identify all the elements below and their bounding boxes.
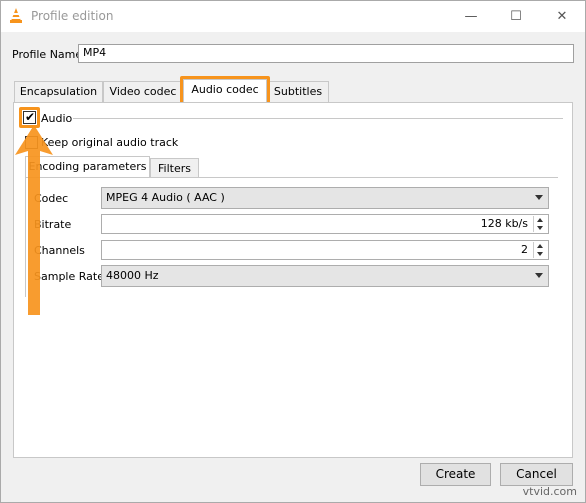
- window-title: Profile edition: [31, 9, 114, 23]
- channels-spinbox[interactable]: 2: [101, 240, 549, 260]
- profile-edition-window: Profile edition — ☐ ✕ Profile Name MP4 E…: [0, 0, 586, 503]
- vlc-cone-icon: [10, 8, 22, 23]
- close-icon: ✕: [556, 9, 568, 24]
- sample-rate-select[interactable]: 48000 Hz: [101, 265, 549, 287]
- title-bar: Profile edition — ☐ ✕: [1, 1, 585, 32]
- profile-name-label: Profile Name: [12, 48, 83, 61]
- sample-rate-value: 48000 Hz: [106, 269, 159, 282]
- tab-subtitles[interactable]: Subtitles: [267, 81, 329, 103]
- minimize-icon: —: [464, 9, 478, 24]
- tab-encapsulation[interactable]: Encapsulation: [14, 81, 103, 103]
- maximize-button[interactable]: ☐: [494, 1, 538, 32]
- up-arrow-annotation: [15, 125, 53, 315]
- codec-select[interactable]: MPEG 4 Audio ( AAC ): [101, 187, 549, 209]
- tab-video-codec[interactable]: Video codec: [103, 81, 183, 103]
- cancel-button[interactable]: Cancel: [500, 463, 573, 486]
- bitrate-value: 128 kb/s: [480, 217, 528, 230]
- chevron-down-icon: [535, 195, 543, 200]
- channels-value: 2: [521, 243, 528, 256]
- bitrate-spin-buttons[interactable]: [533, 216, 547, 232]
- maximize-icon: ☐: [510, 9, 522, 24]
- subtab-filters[interactable]: Filters: [150, 158, 199, 178]
- spin-down-icon: [537, 252, 543, 256]
- spin-down-icon: [537, 226, 543, 230]
- spin-up-icon: [537, 218, 543, 222]
- channels-spin-buttons[interactable]: [533, 242, 547, 258]
- spin-up-icon: [537, 244, 543, 248]
- profile-name-input[interactable]: MP4: [78, 44, 574, 63]
- watermark: vtvid.com: [522, 485, 577, 498]
- audio-group-line: [73, 118, 563, 119]
- bitrate-spinbox[interactable]: 128 kb/s: [101, 214, 549, 234]
- codec-value: MPEG 4 Audio ( AAC ): [106, 191, 225, 204]
- create-button[interactable]: Create: [420, 463, 491, 486]
- chevron-down-icon: [535, 273, 543, 278]
- close-button[interactable]: ✕: [540, 1, 584, 32]
- minimize-button[interactable]: —: [449, 1, 493, 32]
- keep-original-label: Keep original audio track: [41, 136, 179, 149]
